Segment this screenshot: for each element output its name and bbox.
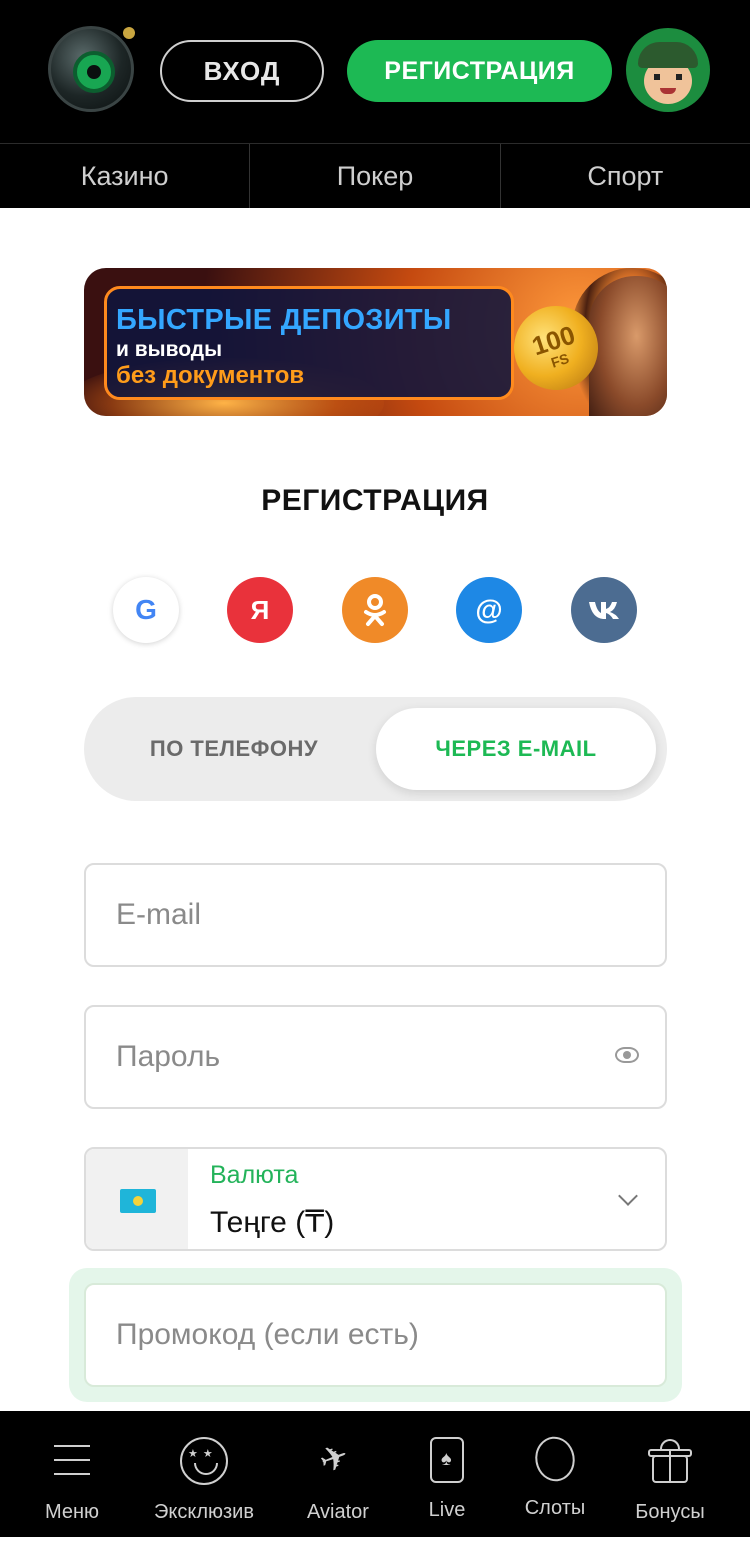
plane-icon [314, 1437, 362, 1485]
promo-code-placeholder: Промокод (если есть) [116, 1318, 419, 1351]
top-nav-poker[interactable]: Покер [249, 144, 499, 208]
google-icon: G [135, 594, 157, 625]
page-title: РЕГИСТРАЦИЯ [261, 484, 489, 517]
tab-by-email[interactable]: ЧЕРЕЗ E-MAIL [376, 708, 656, 790]
card-icon [430, 1437, 464, 1483]
lemon-icon [526, 1429, 584, 1489]
avatar[interactable] [626, 28, 710, 112]
yandex-icon: Я [250, 594, 270, 625]
bottom-nav-menu[interactable]: Меню [22, 1411, 122, 1537]
banner-tagline: без документов [116, 362, 305, 389]
bottom-nav-label: Меню [44, 1501, 100, 1523]
ornament-icon [123, 27, 135, 39]
odnoklassniki-login-button[interactable] [342, 577, 408, 643]
bottom-nav-slots[interactable]: Слоты [510, 1411, 600, 1537]
mail-icon: @ [475, 594, 503, 625]
app-header: ВХОД РЕГИСТРАЦИЯ [0, 0, 750, 143]
currency-label: Валюта [210, 1161, 299, 1189]
email-placeholder: E-mail [116, 898, 202, 931]
odnoklassniki-icon [364, 594, 386, 626]
kazakhstan-flag-icon [120, 1189, 156, 1213]
banner-headline: БЫСТРЫЕ ДЕПОЗИТЫ [116, 304, 452, 336]
bottom-nav-label: Бонусы [635, 1501, 705, 1523]
currency-value: Теңге (₸) [210, 1206, 335, 1239]
gift-icon [646, 1437, 694, 1485]
banner-subline: и выводы [116, 338, 223, 361]
avatar-cap-icon [638, 42, 698, 68]
menu-icon [48, 1437, 96, 1485]
google-login-button[interactable]: G [113, 577, 179, 643]
star-eyes-icon [180, 1437, 228, 1485]
logo[interactable] [48, 26, 135, 112]
vk-icon [589, 602, 619, 619]
currency-flag-box [86, 1149, 188, 1249]
top-nav-sport[interactable]: Спорт [499, 144, 750, 208]
logo-mark-icon [73, 51, 115, 93]
promo-banner[interactable]: БЫСТРЫЕ ДЕПОЗИТЫ и выводы без документов… [84, 268, 667, 416]
password-placeholder: Пароль [116, 1040, 221, 1073]
promo-code-field[interactable]: Промокод (если есть) [84, 1283, 667, 1387]
vk-login-button[interactable] [571, 577, 637, 643]
bottom-nav-bonuses[interactable]: Бонусы [624, 1411, 716, 1537]
yandex-login-button[interactable]: Я [227, 577, 293, 643]
avatar-eyes-icon [654, 74, 682, 80]
password-field[interactable]: Пароль [84, 1005, 667, 1109]
bottom-nav-label: Aviator [307, 1501, 369, 1523]
bottom-nav-label: Live [428, 1499, 466, 1521]
top-nav-casino[interactable]: Казино [0, 144, 249, 208]
bottom-nav-exclusive[interactable]: Эксклюзив [146, 1411, 262, 1537]
email-field[interactable]: E-mail [84, 863, 667, 967]
login-button[interactable]: ВХОД [160, 40, 324, 102]
eye-icon[interactable] [615, 1047, 639, 1063]
chevron-down-icon [618, 1186, 638, 1206]
bottom-nav-label: Эксклюзив [154, 1501, 254, 1523]
tab-by-phone[interactable]: ПО ТЕЛЕФОНУ [84, 697, 384, 801]
banner-model-image [589, 276, 667, 416]
bottom-nav-aviator[interactable]: Aviator [288, 1411, 388, 1537]
mail-login-button[interactable]: @ [456, 577, 522, 643]
top-nav: Казино Покер Спорт [0, 143, 750, 208]
bottom-nav-label: Слоты [524, 1497, 586, 1519]
bottom-nav-live[interactable]: Live [407, 1411, 487, 1537]
registration-method-toggle: ПО ТЕЛЕФОНУ ЧЕРЕЗ E-MAIL [84, 697, 667, 801]
currency-select[interactable]: Валюта Теңге (₸) [84, 1147, 667, 1251]
bottom-nav: Меню Эксклюзив Aviator Live Слоты Бонусы [0, 1411, 750, 1537]
register-button[interactable]: РЕГИСТРАЦИЯ [347, 40, 612, 102]
